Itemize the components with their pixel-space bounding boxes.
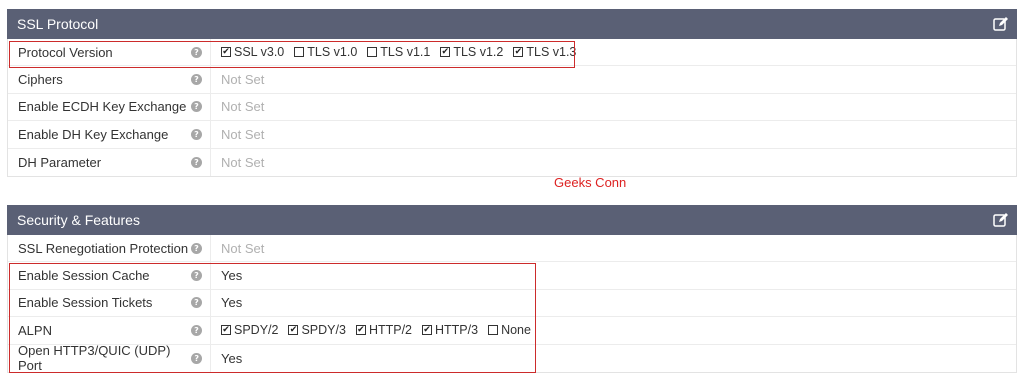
checkbox-empty-icon[interactable]	[367, 47, 378, 58]
help-icon[interactable]: ?	[191, 270, 202, 282]
row-label: Ciphers	[18, 72, 63, 88]
checkbox-checked-icon[interactable]: ✔	[221, 47, 231, 58]
ciphers-value: Not Set	[221, 72, 265, 88]
checkbox-label: TLS v1.1	[380, 45, 431, 60]
checkbox-option[interactable]: ✔ SPDY/2	[221, 323, 278, 337]
checkbox-label: None	[501, 323, 531, 338]
checkbox-option[interactable]: ✔ HTTP/3	[422, 323, 478, 337]
checkbox-option[interactable]: ✔ TLS v1.3	[513, 45, 576, 59]
help-icon[interactable]: ?	[191, 324, 202, 336]
panel-title: SSL Protocol	[17, 16, 99, 32]
table-row: Ciphers ? Not Set	[8, 66, 1016, 94]
checkbox-checked-icon[interactable]: ✔	[355, 325, 366, 336]
checkbox-checked-icon[interactable]: ✔	[221, 325, 231, 336]
checkbox-empty-icon[interactable]	[294, 47, 305, 58]
checkbox-checked-icon[interactable]: ✔	[440, 47, 451, 58]
help-icon[interactable]: ?	[191, 156, 202, 168]
session-cache-value: Yes	[221, 268, 243, 284]
table-row: ALPN ? ✔ SPDY/2 ✔ SPDY/3 ✔ HTTP/2 ✔ HTTP/3 None	[8, 317, 1016, 345]
checkbox-label: TLS v1.0	[307, 45, 358, 60]
row-label: ALPN	[18, 322, 52, 338]
checkbox-empty-icon[interactable]	[488, 325, 499, 336]
row-label: Open HTTP3/QUIC (UDP) Port	[18, 343, 171, 374]
help-icon[interactable]: ?	[191, 297, 202, 309]
edit-icon[interactable]	[993, 212, 1009, 228]
table-row: Enable Session Tickets ? Yes	[8, 289, 1016, 318]
table-row: Protocol Version ? ✔ SSL v3.0 TLS v1.0 TLS …	[8, 39, 1016, 67]
alpn-options: ✔ SPDY/2 ✔ SPDY/3 ✔ HTTP/2 ✔ HTTP/3 None	[221, 323, 541, 337]
table-row: Enable DH Key Exchange ? Not Set	[8, 121, 1016, 149]
ssl-protocol-table: Protocol Version ? ✔ SSL v3.0 TLS v1.0 TLS …	[7, 39, 1017, 177]
ecdh-value: Not Set	[221, 99, 265, 115]
table-row: Enable Session Cache ? Yes	[8, 262, 1016, 290]
checkbox-label: SPDY/2	[234, 323, 279, 338]
checkbox-option[interactable]: None	[488, 323, 531, 337]
checkbox-label: TLS v1.3	[526, 45, 577, 60]
table-row: SSL Renegotiation Protection ? Not Set	[8, 235, 1016, 263]
checkbox-checked-icon[interactable]: ✔	[422, 325, 432, 336]
help-icon[interactable]: ?	[191, 128, 202, 140]
http3-port-value: Yes	[221, 350, 243, 366]
table-row: DH Parameter ? Not Set	[8, 148, 1016, 176]
dh-param-value: Not Set	[221, 154, 265, 170]
checkbox-checked-icon[interactable]: ✔	[513, 47, 524, 58]
checkbox-option[interactable]: ✔ SPDY/3	[288, 323, 346, 338]
help-icon[interactable]: ?	[191, 74, 202, 86]
row-label: Enable DH Key Exchange	[18, 126, 169, 142]
watermark-text: Geeks Conn	[554, 175, 627, 190]
row-label: Protocol Version	[18, 44, 113, 60]
table-row: Enable ECDH Key Exchange ? Not Set	[8, 93, 1016, 122]
ssl-protocol-header: SSL Protocol	[7, 9, 1017, 39]
checkbox-option[interactable]: ✔ HTTP/2	[355, 323, 412, 338]
checkbox-option[interactable]: ✔ SSL v3.0	[221, 45, 284, 59]
session-tickets-value: Yes	[221, 295, 243, 311]
table-row: Open HTTP3/QUIC (UDP) Port ? Yes	[8, 343, 1016, 374]
row-label: Enable ECDH Key Exchange	[18, 99, 187, 115]
help-icon[interactable]: ?	[191, 101, 202, 113]
help-icon[interactable]: ?	[191, 242, 202, 254]
row-label: DH Parameter	[18, 154, 102, 170]
security-features-header: Security & Features	[7, 205, 1017, 235]
row-label: Enable Session Tickets	[18, 295, 153, 311]
ssl-protocol-panel: SSL Protocol Protocol Version ? ✔ SSL v3.…	[7, 9, 1017, 177]
security-features-panel: Security & Features SSL Renegotiation Pr…	[7, 205, 1017, 373]
checkbox-label: SSL v3.0	[234, 45, 285, 60]
checkbox-checked-icon[interactable]: ✔	[288, 325, 299, 336]
checkbox-label: HTTP/3	[435, 323, 479, 338]
renegotiation-value: Not Set	[221, 240, 265, 256]
help-icon[interactable]: ?	[191, 352, 202, 364]
row-label: SSL Renegotiation Protection	[18, 240, 189, 256]
dh-value: Not Set	[221, 126, 265, 142]
help-icon[interactable]: ?	[191, 46, 202, 58]
security-features-table: SSL Renegotiation Protection ? Not Set E…	[7, 235, 1017, 373]
checkbox-option[interactable]: ✔ TLS v1.2	[440, 45, 503, 59]
edit-icon[interactable]	[993, 16, 1009, 32]
checkbox-option[interactable]: TLS v1.0	[294, 45, 357, 59]
checkbox-label: SPDY/3	[301, 323, 346, 338]
panel-title: Security & Features	[17, 212, 140, 228]
protocol-version-options: ✔ SSL v3.0 TLS v1.0 TLS v1.1 ✔ TLS v1.2 ✔ TLS v…	[221, 45, 586, 59]
checkbox-label: HTTP/2	[368, 323, 412, 338]
checkbox-option[interactable]: TLS v1.1	[367, 45, 430, 59]
checkbox-label: TLS v1.2	[453, 45, 504, 60]
row-label: Enable Session Cache	[18, 268, 150, 284]
